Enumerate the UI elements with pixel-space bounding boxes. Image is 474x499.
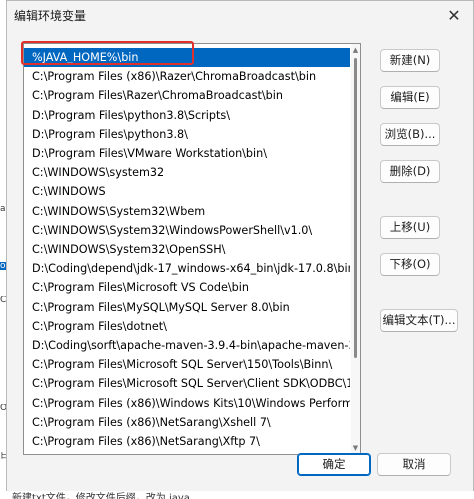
path-list-item[interactable]: C:\WINDOWS: [24, 182, 350, 201]
path-list-item[interactable]: D:\Coding\sorft\apache-maven-3.9.4-bin\a…: [24, 336, 350, 355]
path-list-item[interactable]: C:\Program Files (x86)\NetSarang\Xftp 7\: [24, 432, 350, 451]
background-bottom-text: 新建txt文件，修改文件后缀，改为.java: [0, 490, 474, 499]
path-list-item[interactable]: C:\WINDOWS\System32\WindowsPowerShell\v1…: [24, 221, 350, 240]
path-list-item[interactable]: C:\Program Files\Microsoft SQL Server\15…: [24, 355, 350, 374]
path-list-item[interactable]: D:\Program Files\VMware Workstation\bin\: [24, 144, 350, 163]
path-list-item[interactable]: %JAVA_HOME%\bin: [24, 48, 350, 67]
path-list-item[interactable]: D:\Program Files\python3.8\Scripts\: [24, 106, 350, 125]
path-list-item[interactable]: C:\WINDOWS\System32\Wbem: [24, 202, 350, 221]
path-list[interactable]: %JAVA_HOME%\bin C:\Program Files (x86)\Ra…: [23, 43, 361, 455]
path-list-item[interactable]: C:\Program Files (x86)\NetSarang\Xshell …: [24, 413, 350, 432]
edit-text-button[interactable]: 编辑文本(T)...: [380, 309, 458, 332]
path-list-item[interactable]: C:\Program Files\dotnet\: [24, 317, 350, 336]
path-list-item[interactable]: C:\WINDOWS\System32\OpenSSH\: [24, 240, 350, 259]
new-button[interactable]: 新建(N): [380, 49, 440, 72]
scroll-up-icon[interactable]: ▲: [351, 45, 360, 55]
path-list-item[interactable]: C:\Program Files (x86)\Razer\ChromaBroad…: [24, 67, 350, 86]
path-list-item[interactable]: C:\Program Files\Microsoft VS Code\bin: [24, 278, 350, 297]
path-list-item[interactable]: C:\Program Files\MySQL\MySQL Server 8.0\…: [24, 298, 350, 317]
edit-button[interactable]: 编辑(E): [380, 86, 440, 109]
title-bar[interactable]: 编辑环境变量 ✕: [7, 1, 473, 31]
path-list-item[interactable]: D:\Program Files\python3.8\: [24, 125, 350, 144]
move-down-button[interactable]: 下移(O): [380, 253, 440, 276]
dialog-title: 编辑环境变量: [14, 9, 87, 23]
browse-button[interactable]: 浏览(B)...: [380, 123, 440, 146]
edit-environment-variable-dialog: 编辑环境变量 ✕ %JAVA_HOME%\bin C:\Program Files…: [6, 0, 474, 491]
path-list-item[interactable]: C:\Program Files\Microsoft SQL Server\Cl…: [24, 374, 350, 393]
delete-button[interactable]: 删除(D): [380, 160, 440, 183]
path-list-item[interactable]: D:\Coding\depend\jdk-17_windows-x64_bin\…: [24, 259, 350, 278]
path-list-item[interactable]: C:\WINDOWS\system32: [24, 163, 350, 182]
path-list-item[interactable]: C:\Program Files (x86)\Windows Kits\10\W…: [24, 394, 350, 413]
path-list-item[interactable]: C:\Program Files\Razer\ChromaBroadcast\b…: [24, 86, 350, 105]
scroll-down-icon[interactable]: ▼: [351, 443, 360, 453]
vertical-scrollbar[interactable]: ▲ ▼: [351, 44, 360, 454]
move-up-button[interactable]: 上移(U): [380, 216, 440, 239]
close-icon[interactable]: ✕: [441, 3, 467, 27]
scrollbar-thumb[interactable]: [354, 58, 357, 358]
ok-button[interactable]: 确定: [297, 453, 371, 476]
cancel-button[interactable]: 取消: [377, 453, 451, 476]
